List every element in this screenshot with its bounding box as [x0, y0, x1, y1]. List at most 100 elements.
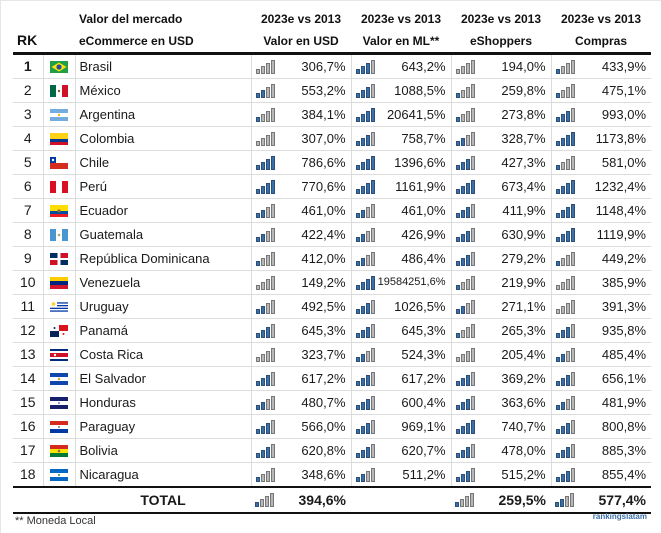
valor-ml-value: 20641,5%: [386, 106, 446, 122]
compras-cell: 855,4%: [551, 462, 651, 487]
costa-rica-flag-icon: [50, 349, 68, 362]
signal-icon: [355, 347, 375, 362]
total-spacer: [13, 485, 43, 514]
flag-cell: [43, 462, 76, 487]
valor-ml-value: 19584251,6%: [377, 276, 446, 288]
signal-icon: [255, 155, 275, 170]
signal-icon: [255, 467, 275, 482]
header-market-value-line2: eCommerce en USD: [79, 33, 194, 48]
eshoppers-value: 478,0%: [501, 442, 546, 458]
valor-usd-cell: 786,6%: [251, 150, 352, 175]
ranking-table-page: RK Valor del mercado eCommerce en USD 20…: [0, 0, 661, 533]
country-name: Panamá: [75, 318, 252, 343]
total-eshoppers: 259,5%: [451, 485, 551, 514]
valor-ml-cell: 643,2%: [351, 53, 452, 79]
signal-icon: [455, 371, 475, 386]
paraguay-flag-icon: [50, 421, 68, 434]
table-row: 15 Honduras 480,7% 600,4% 363,6% 481,9%: [13, 390, 651, 415]
valor-ml-cell: 1396,6%: [351, 150, 452, 175]
flag-cell: [43, 246, 76, 271]
valor-ml-cell: 461,0%: [351, 198, 452, 223]
signal-icon: [355, 179, 375, 194]
signal-icon: [555, 443, 575, 458]
compras-cell: 656,1%: [551, 366, 651, 391]
signal-icon: [555, 251, 575, 266]
valor-usd-cell: 770,6%: [251, 174, 352, 199]
signal-icon: [255, 299, 275, 314]
compras-value: 391,3%: [601, 298, 646, 314]
table-row: 7 Ecuador 461,0% 461,0% 411,9% 1148,4%: [13, 198, 651, 223]
flag-cell: [43, 294, 76, 319]
nicaragua-flag-icon: [50, 469, 68, 482]
valor-usd-value: 786,6%: [301, 154, 346, 170]
compras-value: 581,0%: [601, 154, 646, 170]
valor-usd-value: 323,7%: [301, 346, 346, 362]
valor-usd-cell: 307,0%: [251, 126, 352, 151]
valor-ml-value: 643,2%: [401, 58, 446, 74]
table-row: 9 República Dominicana 412,0% 486,4% 279,2% 4…: [13, 246, 651, 271]
flag-cell: [43, 342, 76, 367]
signal-icon: [355, 443, 375, 458]
compras-value: 1173,8%: [595, 130, 646, 146]
eshoppers-cell: 369,2%: [451, 366, 552, 391]
signal-icon: [455, 131, 475, 146]
country-name: República Dominicana: [75, 246, 252, 271]
mexico-flag-icon: [50, 85, 68, 98]
rank: 1: [13, 53, 44, 79]
country-name: Costa Rica: [75, 342, 252, 367]
signal-icon: [555, 371, 575, 386]
valor-usd-value: 566,0%: [301, 418, 346, 434]
eshoppers-cell: 259,8%: [451, 78, 552, 103]
valor-ml-cell: 20641,5%: [351, 102, 452, 127]
rank: 2: [13, 78, 44, 103]
country-name: Argentina: [75, 102, 252, 127]
header-flag: [43, 7, 75, 55]
compras-cell: 993,0%: [551, 102, 651, 127]
flag-cell: [43, 390, 76, 415]
rank: 4: [13, 126, 44, 151]
ecommerce-ranking-table: RK Valor del mercado eCommerce en USD 20…: [13, 7, 651, 514]
compras-value: 1148,4%: [595, 202, 646, 218]
eshoppers-cell: 328,7%: [451, 126, 552, 151]
signal-icon: [255, 323, 275, 338]
flag-cell: [43, 414, 76, 439]
valor-usd-value: 422,4%: [301, 226, 346, 242]
rank: 9: [13, 246, 44, 271]
eshoppers-value: 411,9%: [502, 202, 546, 218]
valor-ml-value: 461,0%: [401, 202, 446, 218]
signal-icon: [255, 107, 275, 122]
country-name: Nicaragua: [75, 462, 252, 487]
valor-usd-value: 384,1%: [301, 106, 346, 122]
valor-ml-cell: 969,1%: [351, 414, 452, 439]
signal-icon: [255, 179, 275, 194]
header-valor-ml-line2: Valor en ML**: [362, 33, 440, 48]
valor-ml-cell: 600,4%: [351, 390, 452, 415]
eshoppers-cell: 205,4%: [451, 342, 552, 367]
eshoppers-cell: 279,2%: [451, 246, 552, 271]
honduras-flag-icon: [50, 397, 68, 410]
table-row: 8 Guatemala 422,4% 426,9% 630,9% 1119,9%: [13, 222, 651, 247]
total-row: TOTAL 394,6% 259,5% 577,4%: [13, 485, 651, 514]
header-eshoppers: 2023e vs 2013 eShoppers: [451, 7, 551, 55]
uruguay-flag-icon: [50, 301, 68, 314]
total-value: 259,5%: [498, 491, 546, 508]
flag-cell: [43, 438, 76, 463]
eshoppers-cell: 515,2%: [451, 462, 552, 487]
eshoppers-cell: 273,8%: [451, 102, 552, 127]
valor-usd-value: 492,5%: [301, 298, 346, 314]
eshoppers-cell: 219,9%: [451, 270, 552, 295]
valor-ml-cell: 1161,9%: [351, 174, 452, 199]
rank: 3: [13, 102, 44, 127]
valor-ml-value: 511,2%: [402, 466, 446, 482]
country-name: Colombia: [75, 126, 252, 151]
signal-icon: [255, 83, 275, 98]
eshoppers-value: 673,4%: [501, 178, 546, 194]
flag-cell: [43, 198, 76, 223]
valor-usd-cell: 422,4%: [251, 222, 352, 247]
valor-ml-value: 645,3%: [401, 322, 446, 338]
signal-icon: [455, 347, 475, 362]
valor-ml-cell: 426,9%: [351, 222, 452, 247]
valor-usd-value: 149,2%: [301, 274, 346, 290]
signal-icon: [555, 467, 575, 482]
signal-icon: [555, 179, 575, 194]
